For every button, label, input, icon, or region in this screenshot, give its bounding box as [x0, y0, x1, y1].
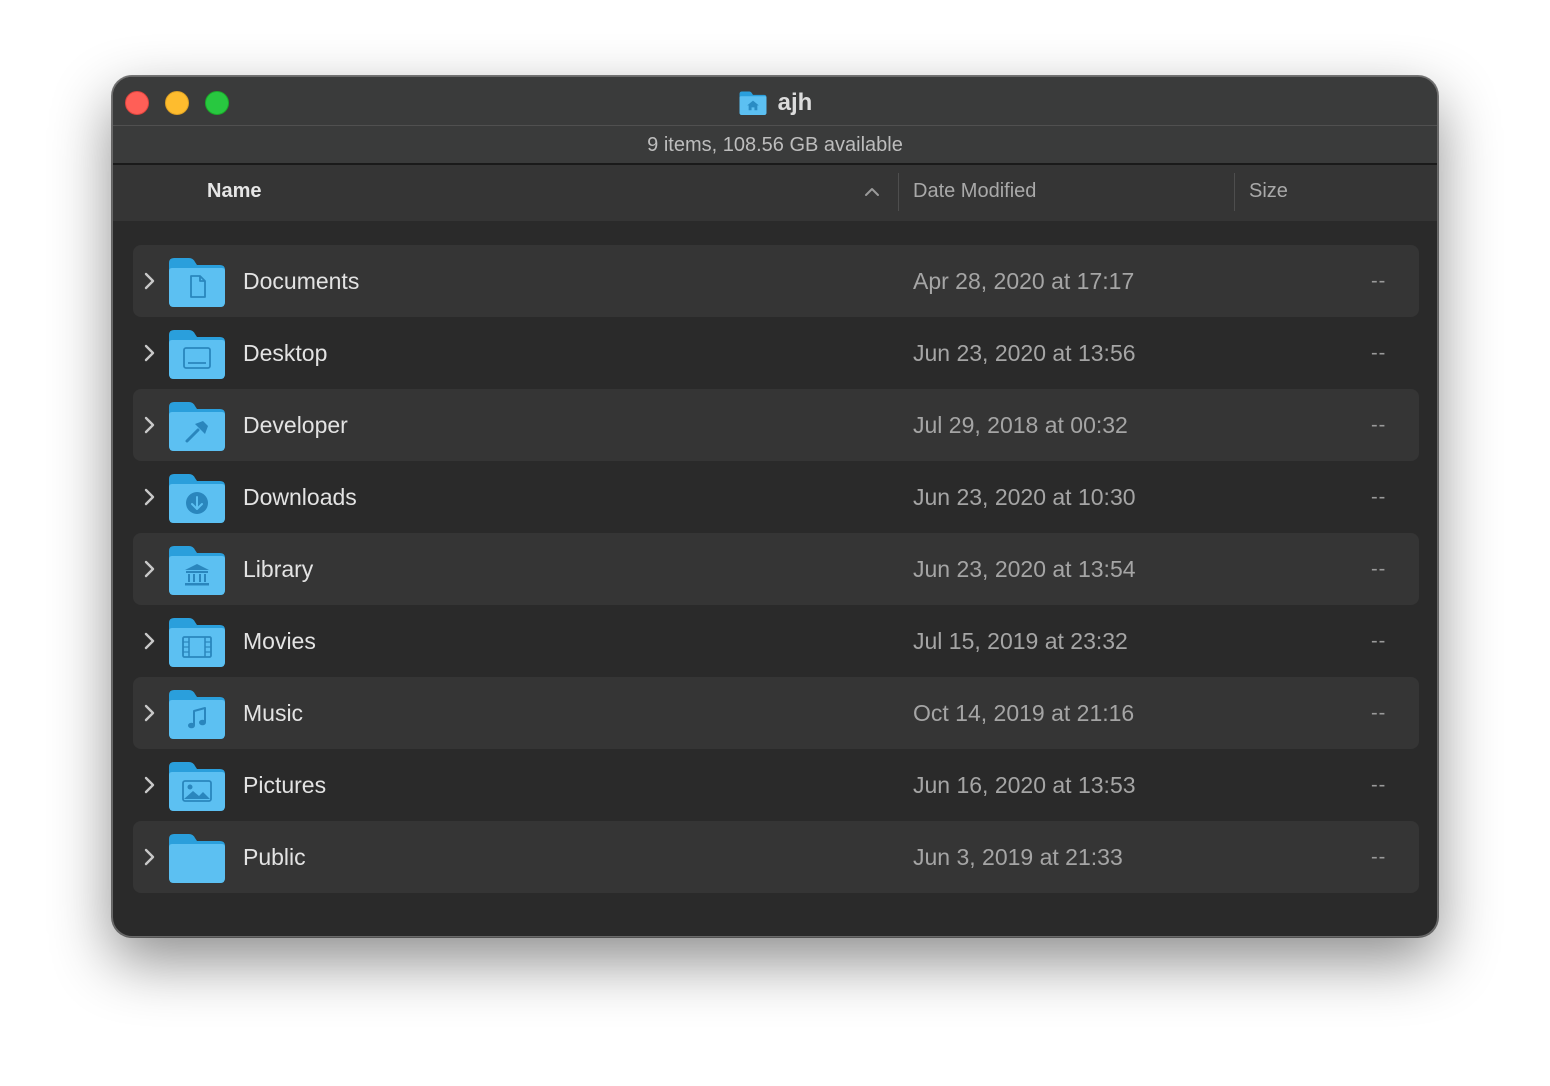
chevron-right-icon[interactable] — [143, 342, 157, 364]
list-item-movies[interactable]: Movies Jul 15, 2019 at 23:32 -- — [133, 605, 1419, 677]
pictures-folder-icon — [169, 762, 225, 811]
chevron-up-icon[interactable] — [863, 183, 881, 201]
column-header-date-modified[interactable]: Date Modified — [913, 165, 1036, 221]
finder-window: ajh 9 items, 108.56 GB available Name Da… — [112, 76, 1438, 937]
public-folder-icon — [169, 834, 225, 883]
row-date-modified: Jun 23, 2020 at 13:54 — [913, 556, 1136, 582]
row-size: -- — [1371, 558, 1387, 580]
column-header-size[interactable]: Size — [1249, 165, 1288, 221]
desktop-folder-icon — [169, 330, 225, 379]
list-item-desktop[interactable]: Desktop Jun 23, 2020 at 13:56 -- — [133, 317, 1419, 389]
list-item-developer[interactable]: Developer Jul 29, 2018 at 00:32 -- — [133, 389, 1419, 461]
chevron-right-icon[interactable] — [143, 270, 157, 292]
row-date-modified: Jun 3, 2019 at 21:33 — [913, 844, 1123, 870]
row-size: -- — [1371, 342, 1387, 364]
list-item-downloads[interactable]: Downloads Jun 23, 2020 at 10:30 -- — [133, 461, 1419, 533]
row-name: Music — [243, 700, 304, 726]
row-date-modified: Jul 29, 2018 at 00:32 — [913, 412, 1128, 438]
row-date-modified: Oct 14, 2019 at 21:16 — [913, 700, 1135, 726]
row-size: -- — [1371, 486, 1387, 508]
status-bar-text: 9 items, 108.56 GB available — [647, 134, 903, 156]
row-size: -- — [1371, 630, 1387, 652]
row-size: -- — [1371, 414, 1387, 436]
row-date-modified: Jun 23, 2020 at 13:56 — [913, 340, 1136, 366]
row-name: Pictures — [243, 772, 327, 798]
chevron-right-icon[interactable] — [143, 774, 157, 796]
music-folder-icon — [169, 690, 225, 739]
downloads-folder-icon — [169, 474, 225, 523]
row-size: -- — [1371, 702, 1387, 724]
list-item-music[interactable]: Music Oct 14, 2019 at 21:16 -- — [133, 677, 1419, 749]
library-folder-icon — [169, 546, 225, 595]
chevron-right-icon[interactable] — [143, 486, 157, 508]
home-folder-icon — [739, 91, 767, 116]
row-date-modified: Jun 16, 2020 at 13:53 — [913, 772, 1136, 798]
row-name: Public — [243, 844, 306, 870]
chevron-right-icon[interactable] — [143, 630, 157, 652]
row-date-modified: Apr 28, 2020 at 17:17 — [913, 268, 1135, 294]
row-name: Desktop — [243, 340, 328, 366]
list-item-library[interactable]: Library Jun 23, 2020 at 13:54 -- — [133, 533, 1419, 605]
titlebar[interactable]: ajh 9 items, 108.56 GB available — [113, 77, 1437, 165]
chevron-right-icon[interactable] — [143, 558, 157, 580]
row-date-modified: Jun 23, 2020 at 10:30 — [913, 484, 1136, 510]
chevron-right-icon[interactable] — [143, 414, 157, 436]
title-divider — [113, 125, 1437, 126]
column-separator[interactable] — [1234, 173, 1235, 211]
list-item-public[interactable]: Public Jun 3, 2019 at 21:33 -- — [133, 821, 1419, 893]
movies-folder-icon — [169, 618, 225, 667]
chevron-right-icon[interactable] — [143, 846, 157, 868]
row-date-modified: Jul 15, 2019 at 23:32 — [913, 628, 1128, 654]
row-size: -- — [1371, 270, 1387, 292]
column-header: Name Date Modified Size — [113, 165, 1437, 221]
developer-folder-icon — [169, 402, 225, 451]
row-name: Movies — [243, 628, 316, 654]
window-title: ajh — [777, 89, 813, 116]
column-header-name[interactable]: Name — [207, 165, 261, 221]
row-size: -- — [1371, 846, 1387, 868]
chevron-right-icon[interactable] — [143, 702, 157, 724]
row-name: Documents — [243, 268, 360, 294]
documents-folder-icon — [169, 258, 225, 307]
file-list: Documents Apr 28, 2020 at 17:17 -- Deskt… — [133, 245, 1419, 893]
list-item-pictures[interactable]: Pictures Jun 16, 2020 at 13:53 -- — [133, 749, 1419, 821]
row-name: Developer — [243, 412, 348, 438]
list-item-documents[interactable]: Documents Apr 28, 2020 at 17:17 -- — [133, 245, 1419, 317]
window-title-group: ajh — [113, 87, 1437, 119]
row-size: -- — [1371, 774, 1387, 796]
column-separator[interactable] — [898, 173, 899, 211]
row-name: Downloads — [243, 484, 357, 510]
row-name: Library — [243, 556, 314, 582]
